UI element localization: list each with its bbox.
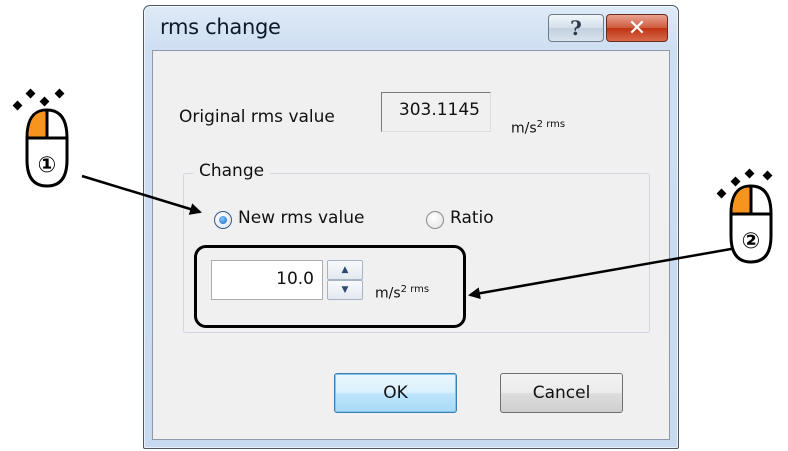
arrow-to-new-rms-radio xyxy=(81,174,202,215)
mouse-click-step-2: ② xyxy=(712,160,788,274)
value-input-highlight-box xyxy=(194,245,466,328)
step-1-number: ① xyxy=(37,153,57,178)
step-2-number: ② xyxy=(741,229,761,254)
screenshot-stage: rms change ? ✕ Original rms value 303.11… xyxy=(0,0,788,451)
annotation-arrows xyxy=(81,174,749,300)
mouse-click-step-1: ① xyxy=(10,84,90,198)
arrow-to-value-input xyxy=(468,244,749,300)
